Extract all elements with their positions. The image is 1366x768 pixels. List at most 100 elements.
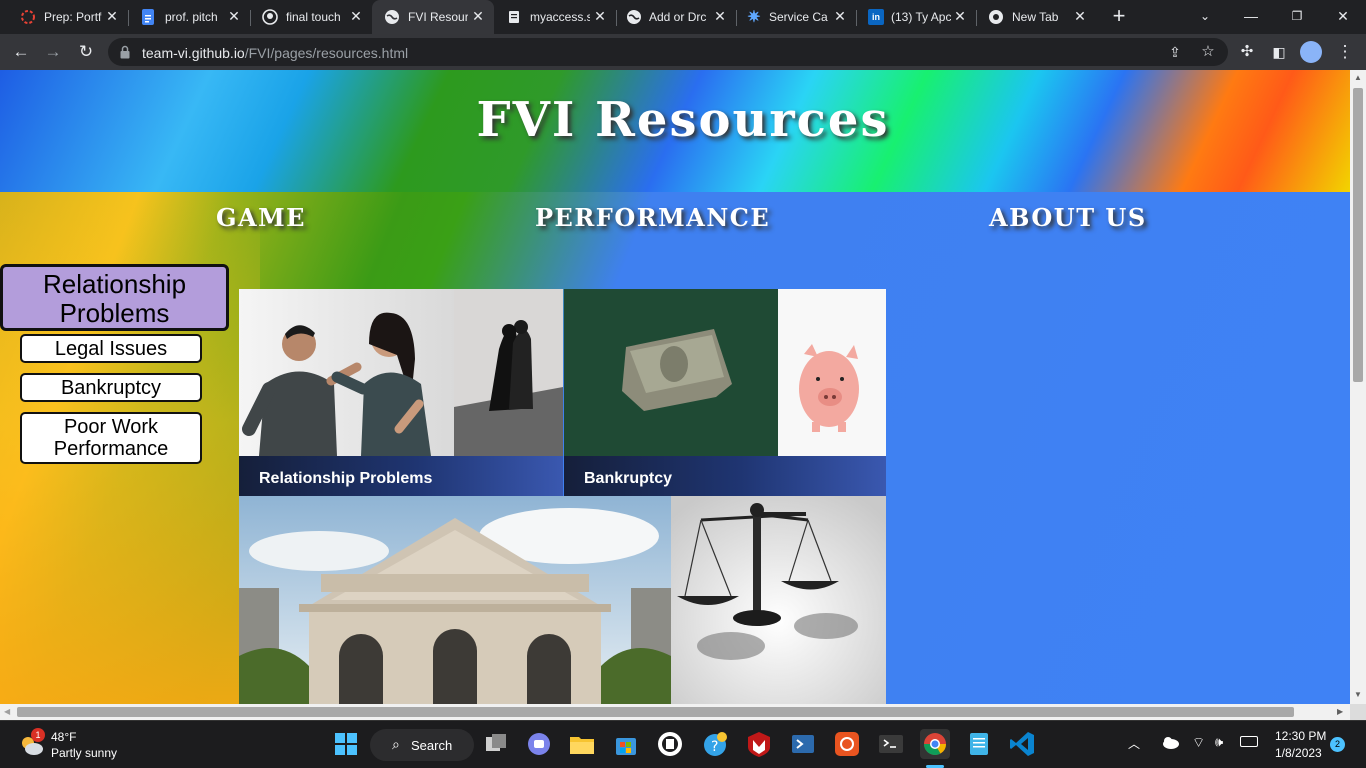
tab-add-or-drop[interactable]: Add or Drc ✕ (616, 0, 736, 34)
star-icon: ✷ (747, 9, 761, 26)
reload-icon[interactable]: ↻ (74, 40, 98, 64)
github-desktop-icon[interactable] (655, 729, 685, 759)
horizontal-scroll-thumb[interactable] (17, 707, 1294, 717)
close-tab-icon[interactable]: ✕ (470, 8, 486, 24)
tab-new-tab[interactable]: New Tab ✕ (976, 0, 1096, 34)
relationship-problems-card[interactable]: Relationship Problems (239, 289, 563, 496)
tab-title: myaccess.s (530, 10, 590, 24)
tile-caption: Relationship Problems (239, 456, 563, 496)
scroll-down-icon[interactable]: ▼ (1354, 690, 1362, 699)
vscode-icon[interactable] (1007, 729, 1037, 759)
tab-search-icon[interactable]: ⌄ (1182, 0, 1228, 34)
scroll-up-icon[interactable]: ▲ (1354, 73, 1362, 82)
nav-game[interactable]: GAME (216, 203, 306, 232)
task-view-icon[interactable] (481, 729, 511, 759)
search-icon: ⌕ (392, 736, 400, 752)
weather-badge: 1 (31, 728, 45, 742)
minimize-button[interactable]: — (1228, 0, 1274, 34)
profile-avatar[interactable] (1300, 41, 1322, 63)
sidebar-item-bankruptcy[interactable]: Bankruptcy (20, 373, 202, 402)
horizontal-scrollbar[interactable]: ◀ ▶ (0, 704, 1350, 720)
document-icon (506, 9, 522, 25)
more-menu-icon[interactable]: ⋮ (1333, 40, 1357, 64)
restore-button[interactable]: ❐ (1274, 0, 1320, 34)
teams-chat-icon[interactable] (524, 729, 554, 759)
tab-fvi-resources[interactable]: FVI Resour ✕ (372, 0, 494, 34)
share-icon[interactable]: ⇪ (1163, 40, 1187, 64)
terminal-icon[interactable] (876, 729, 906, 759)
vertical-scroll-thumb[interactable] (1353, 88, 1363, 382)
onedrive-cloud-icon[interactable] (1160, 735, 1180, 749)
close-tab-icon[interactable]: ✕ (952, 8, 968, 24)
close-tab-icon[interactable]: ✕ (1072, 8, 1088, 24)
scales-of-justice-image (671, 496, 886, 704)
tab-service-catalog[interactable]: ✷ Service Ca ✕ (736, 0, 856, 34)
powershell-icon[interactable] (788, 729, 818, 759)
mcafee-icon[interactable] (744, 729, 774, 759)
globe-icon (384, 9, 400, 25)
close-window-button[interactable]: ✕ (1320, 0, 1366, 34)
page-title: FVI Resources (476, 92, 890, 148)
close-tab-icon[interactable]: ✕ (104, 8, 120, 24)
close-tab-icon[interactable]: ✕ (348, 8, 364, 24)
microsoft-store-icon[interactable] (611, 729, 641, 759)
address-bar[interactable]: team-vi.github.io/FVI/pages/resources.ht… (108, 38, 1228, 66)
chrome-icon (988, 9, 1004, 25)
close-tab-icon[interactable]: ✕ (226, 8, 242, 24)
tab-prof-pitch[interactable]: prof. pitch ✕ (128, 0, 250, 34)
vertical-scrollbar[interactable]: ▲ ▼ (1350, 70, 1366, 704)
taskbar-search[interactable]: ⌕ Search (370, 729, 474, 761)
url-path: /FVI/pages/resources.html (244, 45, 409, 61)
file-explorer-icon[interactable] (567, 729, 597, 759)
google-docs-icon (142, 9, 154, 25)
loading-ring-icon (20, 9, 36, 25)
new-tab-button[interactable]: + (1108, 5, 1130, 28)
wifi-icon[interactable]: ⌔ (1192, 734, 1205, 752)
windows-start-icon[interactable] (331, 729, 361, 759)
nav-performance[interactable]: PERFORMANCE (535, 203, 770, 232)
clock-time[interactable]: 12:30 PM (1275, 729, 1326, 743)
forward-arrow-icon[interactable]: → (41, 40, 65, 64)
scroll-left-icon[interactable]: ◀ (4, 707, 10, 716)
chrome-taskbar-icon[interactable] (920, 729, 950, 759)
help-icon[interactable]: ? (700, 729, 730, 759)
notepad-icon[interactable] (964, 729, 994, 759)
weather-description: Partly sunny (51, 746, 118, 760)
sidebar-item-poor-work-performance[interactable]: Poor Work Performance (20, 412, 202, 464)
extensions-puzzle-icon[interactable]: ✣ (1235, 40, 1259, 64)
close-tab-icon[interactable]: ✕ (712, 8, 728, 24)
tile-caption: Bankruptcy (564, 456, 886, 496)
sidebar-item-relationship-problems[interactable]: Relationship Problems (0, 264, 229, 331)
ubuntu-icon[interactable] (832, 729, 862, 759)
tab-myaccess[interactable]: myaccess.s ✕ (494, 0, 616, 34)
svg-text:?: ? (711, 739, 718, 755)
scales-of-justice-card[interactable] (671, 496, 886, 704)
notification-count-badge[interactable]: 2 (1330, 737, 1345, 752)
side-panel-icon[interactable]: ◧ (1267, 40, 1291, 64)
back-arrow-icon[interactable]: ← (9, 40, 33, 64)
sidebar-item-legal-issues[interactable]: Legal Issues (20, 334, 202, 363)
battery-icon[interactable] (1240, 736, 1258, 747)
bankruptcy-card[interactable]: Bankruptcy (564, 289, 886, 496)
courthouse-card[interactable] (239, 496, 671, 704)
tab-title: Service Ca (769, 10, 828, 24)
tab-title: Prep: Portf (44, 10, 102, 24)
chevron-up-icon[interactable]: ︿ (1128, 735, 1140, 752)
clock-date[interactable]: 1/8/2023 (1275, 746, 1322, 760)
page-viewport: FVI Resources GAME PERFORMANCE ABOUT US … (0, 70, 1350, 704)
close-tab-icon[interactable]: ✕ (592, 8, 608, 24)
close-tab-icon[interactable]: ✕ (832, 8, 848, 24)
tab-linkedin[interactable]: in (13) Ty Apc ✕ (856, 0, 976, 34)
search-label: Search (411, 738, 453, 753)
nav-about-us[interactable]: ABOUT US (989, 203, 1147, 232)
scrollbar-corner (1350, 704, 1366, 720)
tab-final-touch[interactable]: final touch ✕ (250, 0, 372, 34)
tab-title: FVI Resour (408, 10, 468, 24)
bookmark-star-icon[interactable]: ☆ (1196, 40, 1220, 64)
tab-title: (13) Ty Apc (891, 10, 951, 24)
tab-title: final touch (286, 10, 341, 24)
scroll-right-icon[interactable]: ▶ (1337, 707, 1343, 716)
browser-toolbar: ← → ↻ team-vi.github.io/FVI/pages/resour… (0, 34, 1366, 70)
tab-prep-portfolio[interactable]: Prep: Portf ✕ (0, 0, 128, 34)
volume-icon[interactable]: 🕪 (1215, 734, 1223, 750)
